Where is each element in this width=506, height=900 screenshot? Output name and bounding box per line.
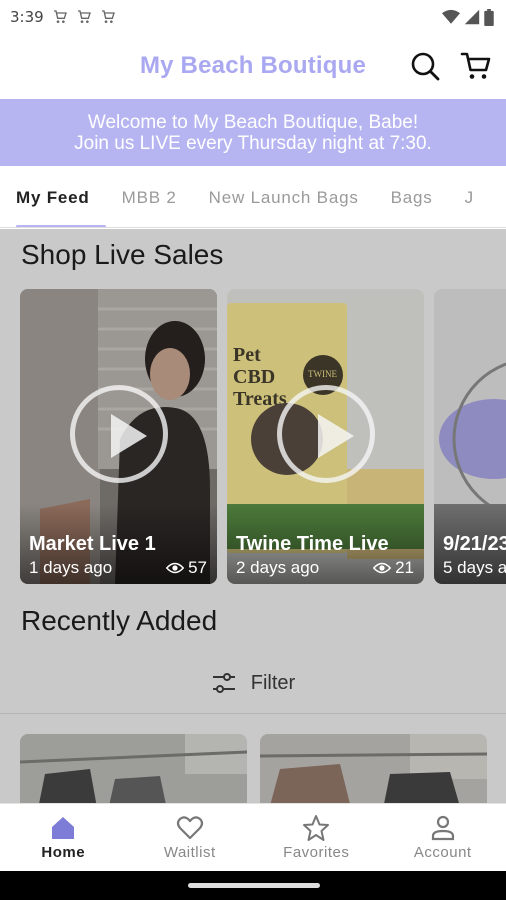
- filter-button[interactable]: Filter: [0, 663, 506, 703]
- nav-favorites[interactable]: Favorites: [253, 804, 380, 871]
- person-icon: [431, 815, 454, 841]
- product-card[interactable]: [260, 734, 487, 803]
- status-time: 3:39: [10, 8, 44, 26]
- bottom-navigation: Home Waitlist Favorites Account: [0, 803, 506, 871]
- tab-mbb-2[interactable]: MBB 2: [106, 166, 193, 227]
- nav-favorites-label: Favorites: [283, 844, 350, 861]
- live-sales-carousel[interactable]: Market Live 1 1 days ago 57 Pet CBD Trea…: [20, 289, 506, 584]
- cart-icon: [460, 52, 491, 79]
- nav-home-label: Home: [41, 844, 86, 861]
- live-sale-time: 1 days ago: [29, 558, 113, 577]
- live-sale-time: 5 days a: [443, 558, 506, 577]
- view-count: 21: [373, 558, 414, 578]
- star-icon: [303, 815, 330, 841]
- nav-account-label: Account: [413, 844, 472, 861]
- search-icon: [411, 52, 440, 81]
- nav-waitlist[interactable]: Waitlist: [127, 804, 254, 871]
- filter-label: Filter: [250, 671, 296, 694]
- banner-line-1: Welcome to My Beach Boutique, Babe!: [87, 111, 419, 133]
- view-count-value: 21: [395, 558, 414, 577]
- system-nav-bar: [0, 871, 506, 900]
- live-sale-card[interactable]: Pet CBD Treats TWINE Twine Time Live 2 d…: [227, 289, 424, 584]
- shop-live-sales-heading: Shop Live Sales: [21, 239, 224, 270]
- play-icon: [69, 384, 168, 483]
- battery-icon: [484, 8, 494, 26]
- live-sale-title: Market Live 1: [29, 533, 156, 555]
- live-sale-title: Twine Time Live: [236, 533, 389, 555]
- product-thumbnail: [20, 734, 247, 803]
- product-card[interactable]: [20, 734, 247, 803]
- play-icon: [276, 384, 375, 483]
- eye-icon: [166, 562, 185, 574]
- tab-new-launch-bags[interactable]: New Launch Bags: [193, 166, 375, 227]
- live-sale-title: 9/21/23: [443, 533, 506, 555]
- nav-account[interactable]: Account: [380, 804, 506, 871]
- signal-icon: [464, 9, 480, 25]
- search-button[interactable]: [410, 51, 440, 81]
- live-sale-card[interactable]: Market Live 1 1 days ago 57: [20, 289, 217, 584]
- banner-line-2: Join us LIVE every Thursday night at 7:3…: [74, 132, 432, 154]
- tab-partial[interactable]: J: [449, 166, 490, 227]
- heart-icon: [176, 816, 203, 840]
- status-bar: 3:39: [0, 0, 506, 34]
- svg-text:TWINE: TWINE: [308, 369, 337, 379]
- app-title: My Beach Boutique: [139, 52, 367, 79]
- feed-content: Shop Live Sales Market Live 1 1 days ago: [0, 229, 506, 803]
- home-icon: [52, 817, 75, 839]
- shopping-cart-notification-icon: [77, 10, 91, 23]
- category-tabs: My Feed MBB 2 New Launch Bags Bags J: [0, 166, 506, 228]
- nav-home[interactable]: Home: [0, 804, 127, 871]
- tab-bags[interactable]: Bags: [375, 166, 449, 227]
- tab-my-feed[interactable]: My Feed: [0, 166, 106, 227]
- recently-added-heading: Recently Added: [21, 605, 218, 636]
- eye-icon: [373, 562, 392, 574]
- section-divider: [0, 713, 506, 714]
- app-bar: My Beach Boutique: [0, 34, 506, 98]
- filter-sliders-icon: [212, 673, 235, 693]
- view-count-value: 57: [188, 558, 207, 577]
- wifi-icon: [442, 9, 460, 24]
- svg-text:CBD: CBD: [233, 366, 275, 388]
- shopping-cart-notification-icon: [53, 10, 67, 23]
- svg-text:Pet: Pet: [233, 344, 261, 366]
- home-gesture-handle[interactable]: [188, 883, 320, 888]
- cart-button[interactable]: [460, 50, 492, 82]
- nav-waitlist-label: Waitlist: [163, 844, 216, 861]
- live-sale-time: 2 days ago: [236, 558, 320, 577]
- product-thumbnail: [260, 734, 487, 803]
- welcome-banner: Welcome to My Beach Boutique, Babe! Join…: [0, 99, 506, 166]
- shopping-cart-notification-icon: [101, 10, 115, 23]
- view-count: 57: [166, 558, 207, 578]
- live-sale-card[interactable]: 9/21/23 5 days a: [434, 289, 506, 584]
